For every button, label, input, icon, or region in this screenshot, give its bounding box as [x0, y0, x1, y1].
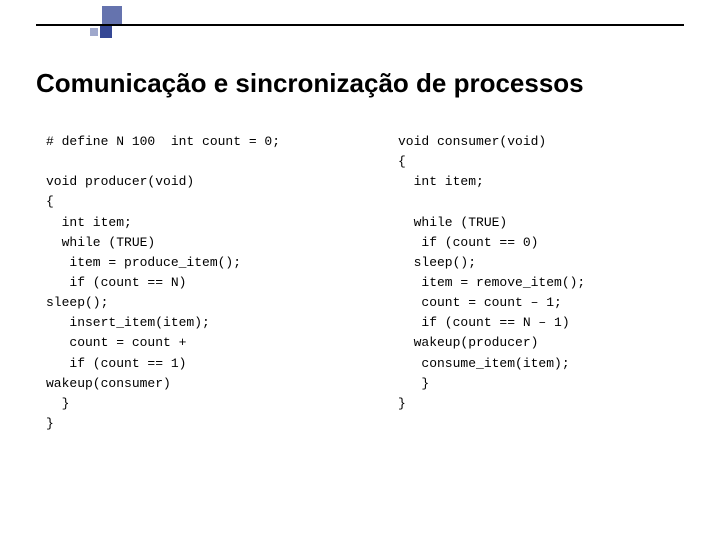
code-columns: # define N 100 int count = 0; void produ…	[46, 132, 690, 434]
slide-title: Comunicação e sincronização de processos	[36, 68, 584, 99]
consumer-code: void consumer(void) { int item; while (T…	[398, 132, 690, 434]
producer-code: # define N 100 int count = 0; void produ…	[46, 132, 346, 434]
top-divider	[36, 24, 684, 26]
